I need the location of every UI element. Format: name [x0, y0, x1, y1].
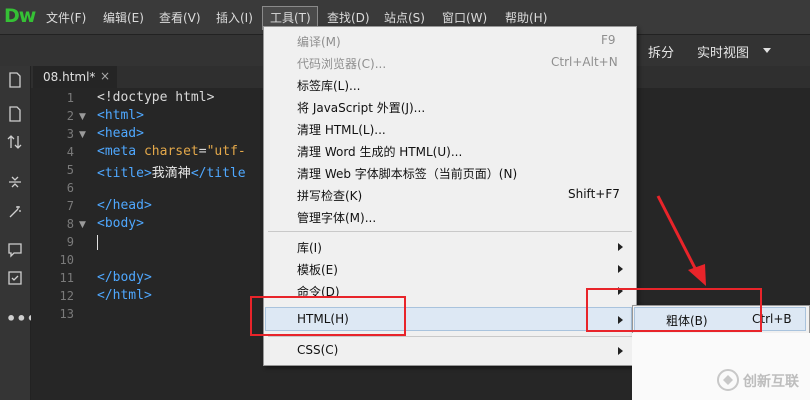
code-tag: <title> — [97, 166, 152, 181]
menu-item-code-browser: 代码浏览器(C)... — [297, 57, 387, 71]
fold-arrow-icon[interactable]: ▼ — [79, 112, 86, 122]
menu-shortcut: F9 — [601, 33, 616, 47]
code-line-4: <meta charset="utf- — [97, 144, 246, 159]
document-tab-label: 08.html* — [43, 70, 96, 84]
line-number: 2 — [66, 109, 74, 123]
menu-window[interactable]: 窗口(W) — [442, 9, 487, 27]
line-number: 1 — [66, 91, 74, 105]
menu-separator — [268, 231, 632, 232]
code-line-12: </html> — [97, 288, 152, 303]
code-eq: = — [198, 144, 207, 159]
menu-item-spell-check[interactable]: 拼写检查(K) — [297, 187, 362, 204]
menu-item-css[interactable]: CSS(C) — [297, 343, 338, 357]
more-icon[interactable]: ••• — [6, 310, 37, 328]
menu-item-templates[interactable]: 模板(E) — [297, 261, 338, 278]
comment-icon[interactable] — [6, 242, 24, 260]
line-number: 3 — [66, 127, 74, 141]
menu-item-library[interactable]: 库(I) — [297, 239, 322, 256]
code-line-3: <head> — [97, 126, 144, 141]
fold-arrow-icon[interactable]: ▼ — [79, 220, 86, 230]
sort-icon[interactable] — [6, 134, 24, 152]
code-line-8: <body> — [97, 216, 144, 231]
menu-separator — [268, 336, 632, 337]
menu-help[interactable]: 帮助(H) — [505, 9, 547, 27]
line-number: 11 — [59, 271, 74, 285]
menu-item-clean-word-html[interactable]: 清理 Word 生成的 HTML(U)... — [297, 143, 462, 160]
menu-item-tag-library[interactable]: 标签库(L)... — [297, 77, 361, 94]
fold-arrow-icon[interactable]: ▼ — [79, 130, 86, 140]
code-attr: charset — [143, 144, 199, 159]
line-number: 10 — [59, 253, 74, 267]
tab-close-icon[interactable]: × — [100, 69, 110, 83]
collapse-icon[interactable] — [6, 174, 24, 192]
watermark-logo-icon — [716, 368, 740, 392]
line-number: 9 — [66, 235, 74, 249]
line-number: 8 — [66, 217, 74, 231]
menu-find[interactable]: 查找(D) — [327, 9, 370, 27]
code-line-11: </body> — [97, 270, 152, 285]
annotation-box-html — [250, 296, 406, 336]
code-line-7: </head> — [97, 198, 152, 213]
validate-icon[interactable] — [6, 270, 24, 288]
code-tag: </title — [190, 166, 246, 181]
menu-file[interactable]: 文件(F) — [46, 9, 86, 27]
split-view-button[interactable]: 拆分 — [648, 42, 674, 61]
menu-insert[interactable]: 插入(I) — [216, 9, 253, 27]
code-line-5: <title>我滴神</title — [97, 162, 246, 181]
code-tag: <meta — [97, 144, 144, 159]
line-number: 13 — [59, 307, 74, 321]
line-number: 5 — [66, 163, 74, 177]
menu-item-compile: 编译(M) — [297, 35, 341, 49]
code-line-1: <!doctype html> — [97, 90, 215, 105]
live-view-chevron-down-icon[interactable] — [763, 48, 771, 53]
code-text: 我滴神 — [151, 166, 191, 181]
menu-tools[interactable]: 工具(T) — [270, 9, 311, 27]
menu-site[interactable]: 站点(S) — [384, 9, 425, 27]
watermark-text: 创新互联 — [743, 374, 799, 390]
code-line-2: <html> — [97, 108, 144, 123]
menu-item-clean-html[interactable]: 清理 HTML(L)... — [297, 121, 386, 138]
live-view-button[interactable]: 实时视图 — [697, 42, 749, 61]
line-number: 6 — [66, 181, 74, 195]
submenu-arrow-icon — [618, 243, 623, 251]
menu-item-manage-fonts[interactable]: 管理字体(M)... — [297, 209, 376, 226]
text-caret — [97, 235, 98, 250]
menu-item-clean-web-fonts[interactable]: 清理 Web 字体脚本标签（当前页面）(N) — [297, 165, 517, 182]
menu-item-externalize-js[interactable]: 将 JavaScript 外置(J)... — [297, 99, 425, 116]
menu-edit[interactable]: 编辑(E) — [103, 9, 144, 27]
line-number: 7 — [66, 199, 74, 213]
document-icon[interactable] — [6, 106, 24, 124]
menu-shortcut: Shift+F7 — [568, 187, 620, 201]
annotation-arrow-icon — [656, 195, 706, 286]
code-string: "utf- — [206, 144, 246, 159]
wand-icon[interactable] — [6, 204, 24, 222]
dreamweaver-logo: Dw — [4, 5, 36, 27]
files-icon[interactable] — [6, 72, 24, 90]
line-number: 4 — [66, 145, 74, 159]
menu-view[interactable]: 查看(V) — [159, 9, 201, 27]
menu-shortcut: Ctrl+Alt+N — [551, 55, 618, 69]
submenu-arrow-icon — [618, 347, 623, 355]
line-number: 12 — [59, 289, 74, 303]
submenu-arrow-icon — [618, 265, 623, 273]
annotation-box-bold — [586, 288, 762, 332]
